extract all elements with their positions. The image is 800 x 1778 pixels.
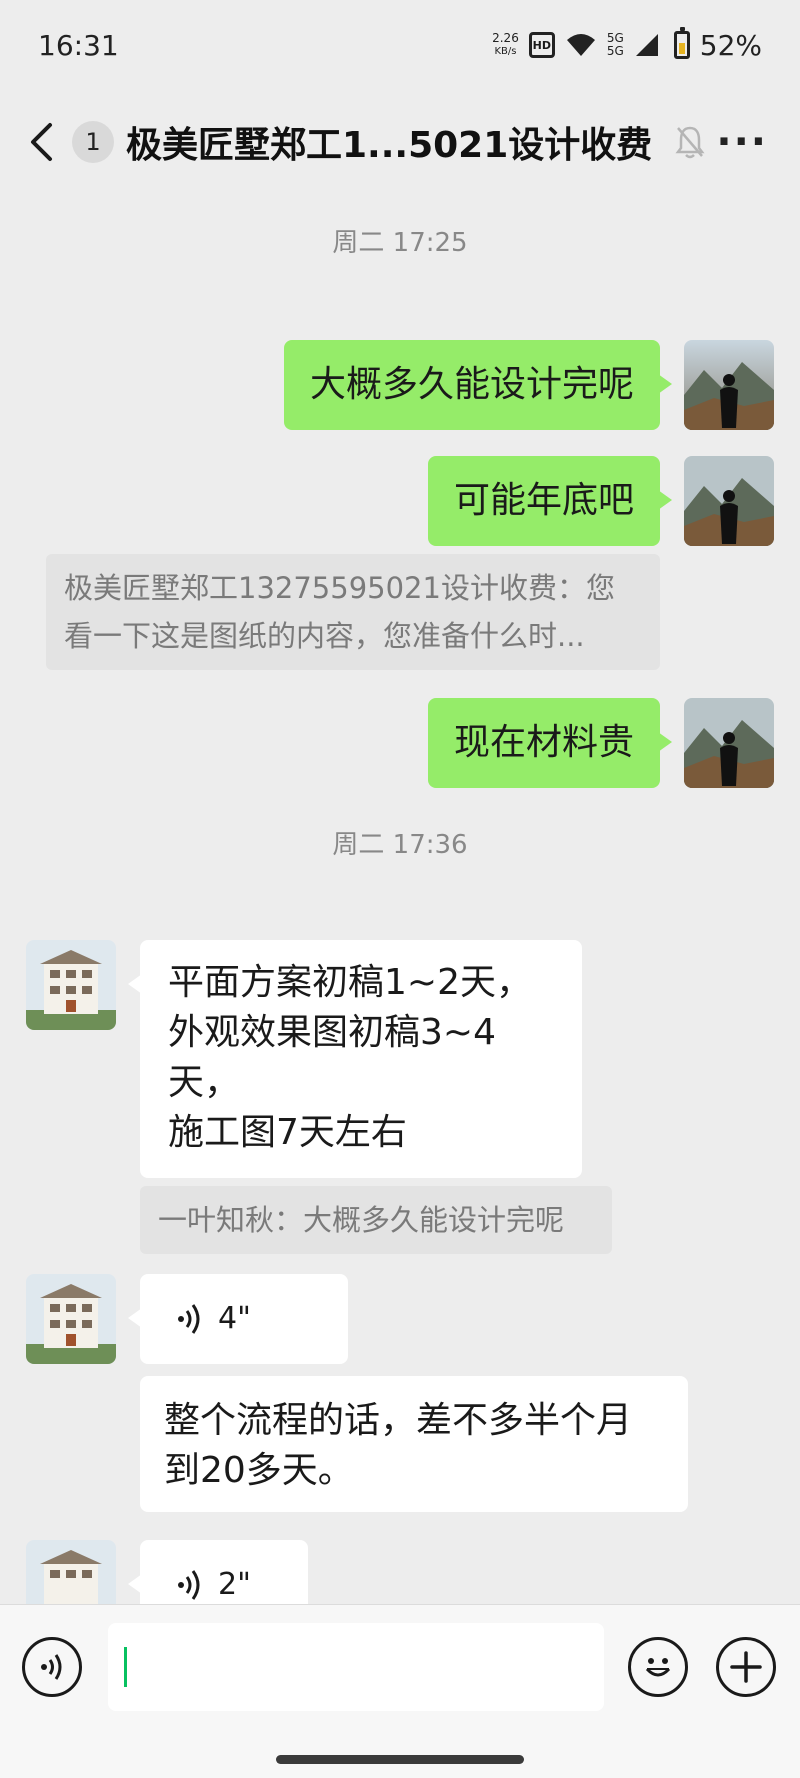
status-icons: 2.26 KB/s HD 5G 5G 52% xyxy=(492,27,762,62)
message-text: 可能年底吧 xyxy=(453,480,634,521)
my-avatar[interactable] xyxy=(684,698,774,788)
bell-muted-icon xyxy=(674,122,708,162)
message-list[interactable]: 周二 17:25 大概多久能设计完呢 可能年底吧 极美匠墅郑工132755950… xyxy=(0,194,800,1604)
network-type: 5G 5G xyxy=(607,32,624,58)
status-time: 16:31 xyxy=(38,28,119,62)
quoted-message[interactable]: 极美匠墅郑工13275595021设计收费：您看一下这是图纸的内容，您准备什么时… xyxy=(46,554,660,670)
my-avatar[interactable] xyxy=(684,340,774,430)
contact-message-bubble[interactable]: 平面方案初稿1~2天， 外观效果图初稿3~4 天， 施工图7天左右 xyxy=(128,940,582,1178)
voice-wave-icon xyxy=(178,1570,200,1600)
message-line: 施工图7天左右 xyxy=(168,1112,407,1153)
cell-signal-icon xyxy=(635,34,658,56)
message-line: 天， xyxy=(168,1062,241,1103)
message-text: 现在材料贵 xyxy=(453,722,634,763)
my-message-bubble[interactable]: 大概多久能设计完呢 xyxy=(283,340,673,430)
villa-avatar-image xyxy=(26,940,116,1030)
villa-avatar-image xyxy=(26,1274,116,1364)
voice-duration: 2" xyxy=(218,1567,251,1602)
battery-percent: 52% xyxy=(699,28,762,62)
voice-message-bubble[interactable]: 2" xyxy=(128,1540,308,1604)
text-caret xyxy=(124,1647,127,1687)
mountain-person-avatar-image xyxy=(684,698,774,788)
message-line: 整个流程的话，差不多半个月 xyxy=(164,1400,633,1441)
message-line: 外观效果图初稿3~4 xyxy=(168,1012,496,1053)
contact-avatar[interactable] xyxy=(26,940,116,1030)
my-avatar[interactable] xyxy=(684,456,774,546)
my-message-bubble[interactable]: 现在材料贵 xyxy=(427,698,673,788)
mountain-person-avatar-image xyxy=(684,340,774,430)
contact-message-bubble[interactable]: 整个流程的话，差不多半个月 到20多天。 xyxy=(140,1376,688,1512)
battery-icon xyxy=(673,27,690,59)
network-speed: 2.26 KB/s xyxy=(492,32,519,58)
message-input[interactable] xyxy=(108,1623,604,1711)
message-text: 大概多久能设计完呢 xyxy=(309,364,634,405)
voice-input-icon[interactable] xyxy=(22,1637,82,1697)
quoted-message[interactable]: 一叶知秋：大概多久能设计完呢 xyxy=(140,1186,612,1254)
input-bar xyxy=(0,1604,800,1778)
contact-avatar[interactable] xyxy=(26,1540,116,1604)
chat-title: 极美匠墅郑工1...5021设计收费 xyxy=(126,125,653,166)
villa-avatar-image xyxy=(26,1540,116,1604)
more-dots-icon[interactable]: ··· xyxy=(716,119,772,165)
my-message-bubble[interactable]: 可能年底吧 xyxy=(427,456,673,546)
voice-duration: 4" xyxy=(218,1301,251,1336)
emoji-icon[interactable] xyxy=(628,1637,688,1697)
mountain-person-avatar-image xyxy=(684,456,774,546)
hd-label: HD xyxy=(532,38,551,52)
contact-avatar[interactable] xyxy=(26,1274,116,1364)
home-indicator[interactable] xyxy=(276,1755,524,1764)
signal-bottom-label: 5G xyxy=(606,44,624,58)
voice-message-bubble[interactable]: 4" xyxy=(128,1274,348,1364)
net-speed-value: 2.26 xyxy=(492,31,519,45)
message-line: 平面方案初稿1~2天， xyxy=(168,962,532,1003)
timestamp: 周二 17:25 xyxy=(332,228,468,258)
hd-icon: HD xyxy=(528,32,555,58)
chat-header: 1 极美匠墅郑工1...5021设计收费 ··· xyxy=(0,90,800,194)
unread-count-badge[interactable]: 1 xyxy=(72,121,114,163)
net-speed-unit: KB/s xyxy=(494,46,517,57)
wifi-icon xyxy=(566,34,595,56)
plus-icon[interactable] xyxy=(716,1637,776,1697)
message-line: 到20多天。 xyxy=(164,1450,354,1491)
chevron-left-icon[interactable] xyxy=(28,112,68,172)
timestamp: 周二 17:36 xyxy=(332,830,468,860)
voice-wave-icon xyxy=(178,1304,200,1334)
status-bar: 16:31 2.26 KB/s HD 5G 5G 52% xyxy=(0,0,800,90)
